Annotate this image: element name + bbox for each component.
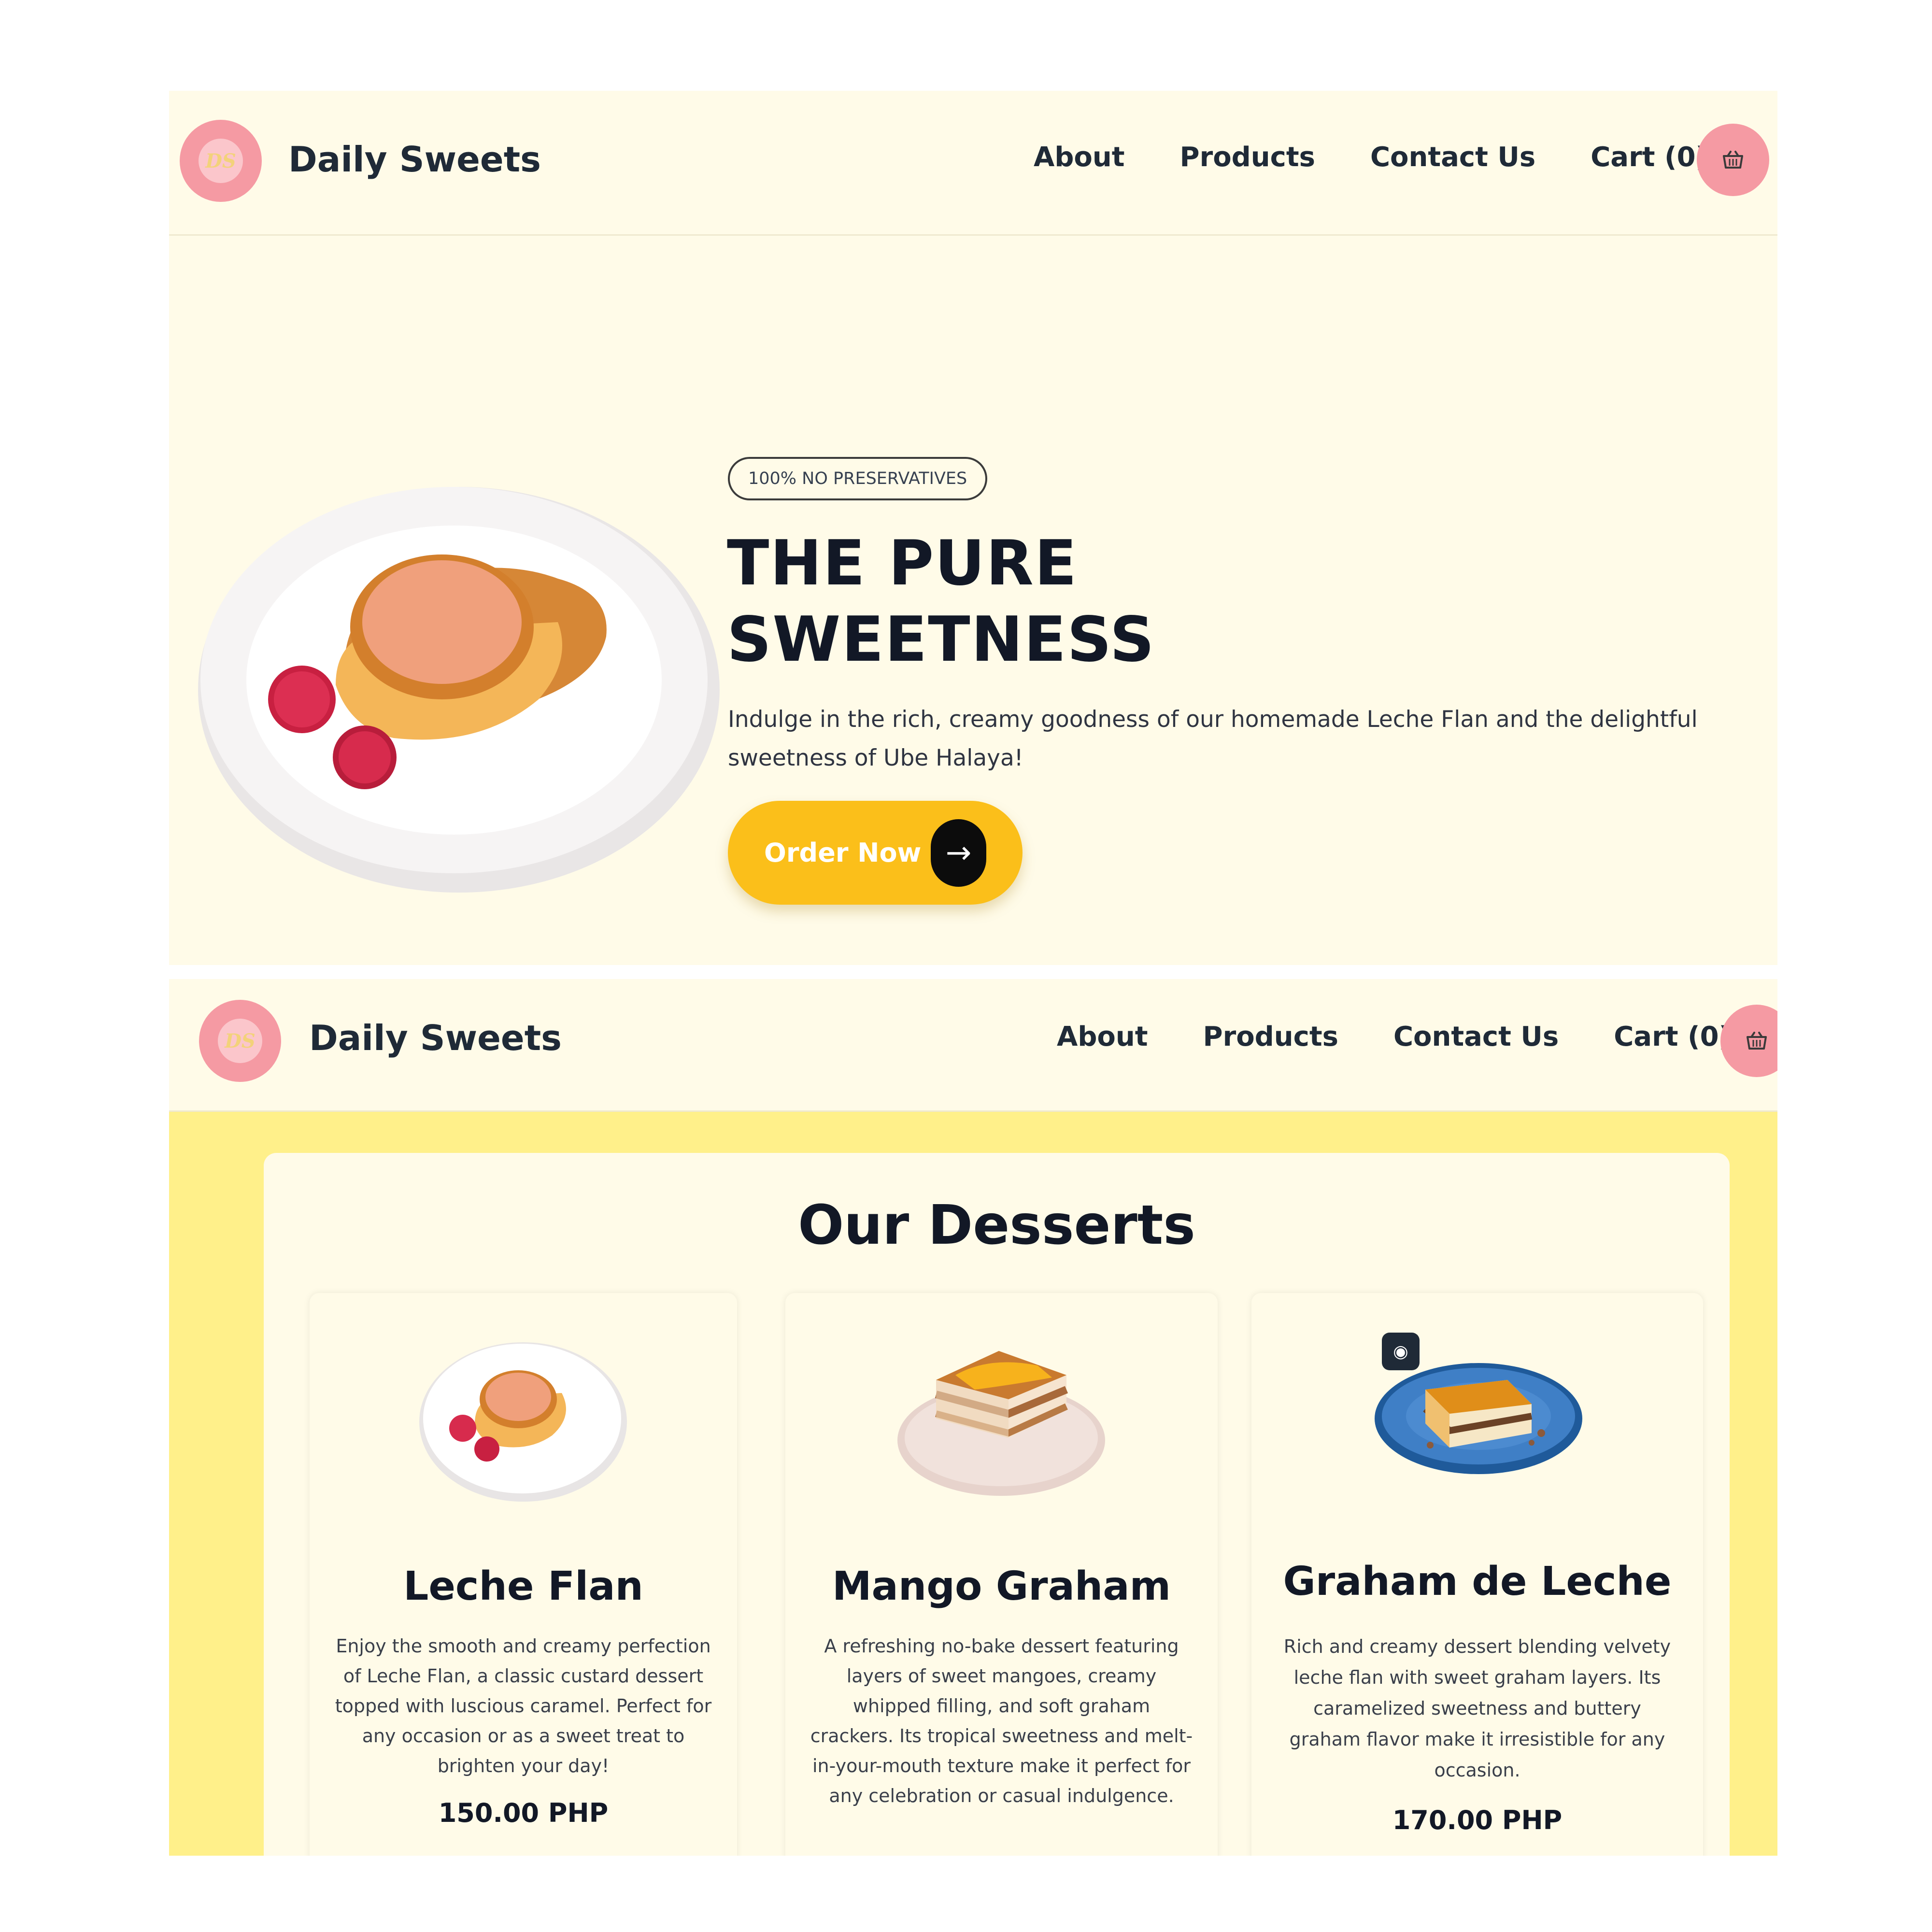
nav-contact[interactable]: Contact Us — [1370, 142, 1535, 173]
product-name: Graham de Leche — [1283, 1559, 1672, 1605]
product-description: Enjoy the smooth and creamy perfection o… — [335, 1635, 712, 1776]
product-card-graham-de-leche: ◉ Graham de Leche Rich and creamy desser… — [1251, 1293, 1703, 1856]
product-name: Leche Flan — [403, 1563, 643, 1609]
product-price: 150.00 PHP — [438, 1798, 609, 1828]
hero-title: THE PURE SWEETNESS — [727, 526, 1155, 678]
brand-name[interactable]: Daily Sweets — [288, 139, 541, 180]
nav-cart[interactable]: Cart (0) — [1591, 142, 1708, 173]
basket-icon — [1747, 1032, 1767, 1050]
logo-badge: DS — [218, 1019, 262, 1063]
logo-text: DS — [225, 1029, 256, 1052]
products-screenshot: DS Daily Sweets About Products Contact U… — [169, 979, 1777, 1856]
nav-about[interactable]: About — [1034, 142, 1125, 173]
brand-name[interactable]: Daily Sweets — [309, 1018, 562, 1058]
logo-text: DS — [205, 149, 236, 172]
hero-description: Indulge in the rich, creamy goodness of … — [728, 706, 1698, 771]
nav-links: About Products Contact Us Cart (0) — [1057, 1021, 1731, 1052]
hero-leche-flan-image — [198, 487, 720, 893]
navbar: DS Daily Sweets About Products Contact U… — [169, 979, 1777, 1112]
logo[interactable]: DS — [199, 1000, 281, 1082]
hero-screenshot: DS Daily Sweets About Products Contact U… — [169, 91, 1777, 965]
product-card-leche-flan: Leche Flan Enjoy the smooth and creamy p… — [310, 1293, 737, 1856]
hero-title-line2: SWEETNESS — [727, 604, 1155, 676]
navbar: DS Daily Sweets About Products Contact U… — [169, 91, 1777, 236]
nav-about[interactable]: About — [1057, 1021, 1148, 1052]
cart-button[interactable] — [1720, 1005, 1777, 1077]
nav-contact[interactable]: Contact Us — [1393, 1021, 1559, 1052]
logo-badge: DS — [199, 139, 243, 183]
order-now-label: Order Now — [764, 838, 922, 868]
product-description: Rich and creamy dessert blending velvety… — [1283, 1636, 1671, 1781]
arrow-right-icon: → — [931, 819, 986, 887]
cart-button[interactable] — [1697, 124, 1769, 196]
mango-graham-image — [897, 1351, 1105, 1496]
product-name: Mango Graham — [832, 1563, 1171, 1609]
nav-cart[interactable]: Cart (0) — [1614, 1021, 1731, 1052]
nav-products[interactable]: Products — [1203, 1021, 1338, 1052]
leche-flan-image — [419, 1342, 627, 1502]
desserts-panel: Our Desserts Leche Flan Enjoy the smooth… — [264, 1153, 1730, 1856]
basket-icon — [1723, 151, 1743, 169]
graham-de-leche-image — [1375, 1363, 1582, 1474]
hero-title-line1: THE PURE — [727, 527, 1078, 599]
product-description: A refreshing no-bake dessert featuring l… — [810, 1635, 1193, 1806]
section-title: Our Desserts — [798, 1194, 1195, 1257]
no-preservatives-badge: 100% NO PRESERVATIVES — [728, 457, 988, 500]
product-price: 170.00 PHP — [1392, 1805, 1563, 1835]
order-now-button[interactable]: Order Now → — [728, 801, 1023, 905]
nav-products[interactable]: Products — [1180, 142, 1315, 173]
product-card-mango-graham: Mango Graham A refreshing no-bake desser… — [785, 1293, 1218, 1856]
logo[interactable]: DS — [180, 120, 262, 202]
nav-links: About Products Contact Us Cart (0) — [1034, 142, 1708, 173]
